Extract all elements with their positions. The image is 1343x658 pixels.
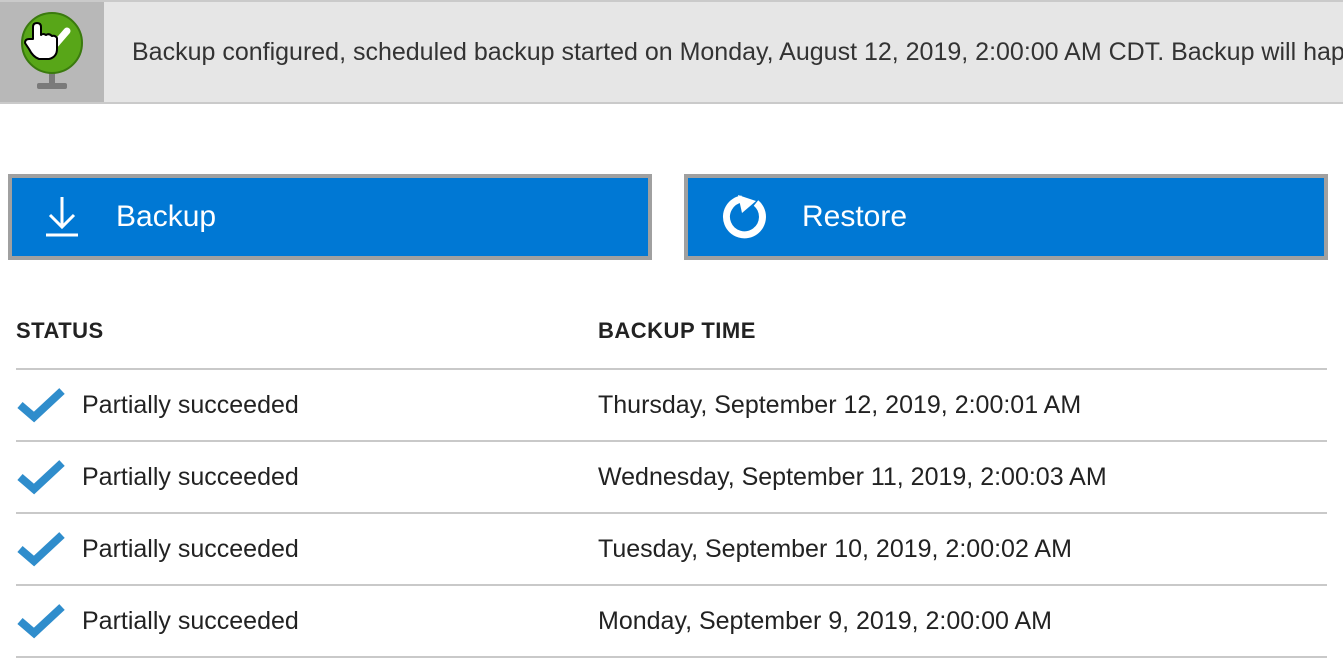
backup-time-text: Monday, September 9, 2019, 2:00:00 AM (598, 607, 1327, 636)
status-text: Partially succeeded (82, 535, 299, 564)
globe-check-icon (13, 9, 91, 95)
status-text: Partially succeeded (82, 463, 299, 492)
banner-icon-wrap (0, 2, 104, 102)
checkmark-icon (16, 385, 66, 425)
backup-time-text: Tuesday, September 10, 2019, 2:00:02 AM (598, 535, 1327, 564)
banner-message: Backup configured, scheduled backup star… (104, 38, 1343, 67)
table-row[interactable]: Partially succeeded Monday, September 9, … (16, 586, 1327, 658)
table-row[interactable]: Partially succeeded Thursday, September 1… (16, 370, 1327, 442)
checkmark-icon (16, 601, 66, 641)
status-cell: Partially succeeded (16, 457, 598, 497)
status-cell: Partially succeeded (16, 529, 598, 569)
header-status: STATUS (16, 318, 598, 344)
backup-time-text: Thursday, September 12, 2019, 2:00:01 AM (598, 391, 1327, 420)
backup-history-table: STATUS BACKUP TIME Partially succeeded Th… (0, 260, 1343, 658)
checkmark-icon (16, 457, 66, 497)
action-bar: Backup Restore (0, 104, 1343, 260)
status-cell: Partially succeeded (16, 385, 598, 425)
status-text: Partially succeeded (82, 391, 299, 420)
restore-button[interactable]: Restore (684, 174, 1328, 260)
table-row[interactable]: Partially succeeded Tuesday, September 10… (16, 514, 1327, 586)
download-icon (42, 195, 82, 239)
status-text: Partially succeeded (82, 607, 299, 636)
checkmark-icon (16, 529, 66, 569)
backup-button-label: Backup (116, 200, 216, 234)
status-cell: Partially succeeded (16, 601, 598, 641)
status-banner: Backup configured, scheduled backup star… (0, 0, 1343, 104)
restore-button-label: Restore (802, 200, 907, 234)
backup-time-text: Wednesday, September 11, 2019, 2:00:03 A… (598, 463, 1327, 492)
restore-icon (718, 195, 768, 239)
header-backup-time: BACKUP TIME (598, 318, 1327, 344)
table-header: STATUS BACKUP TIME (16, 318, 1327, 370)
backup-button[interactable]: Backup (8, 174, 652, 260)
table-row[interactable]: Partially succeeded Wednesday, September … (16, 442, 1327, 514)
